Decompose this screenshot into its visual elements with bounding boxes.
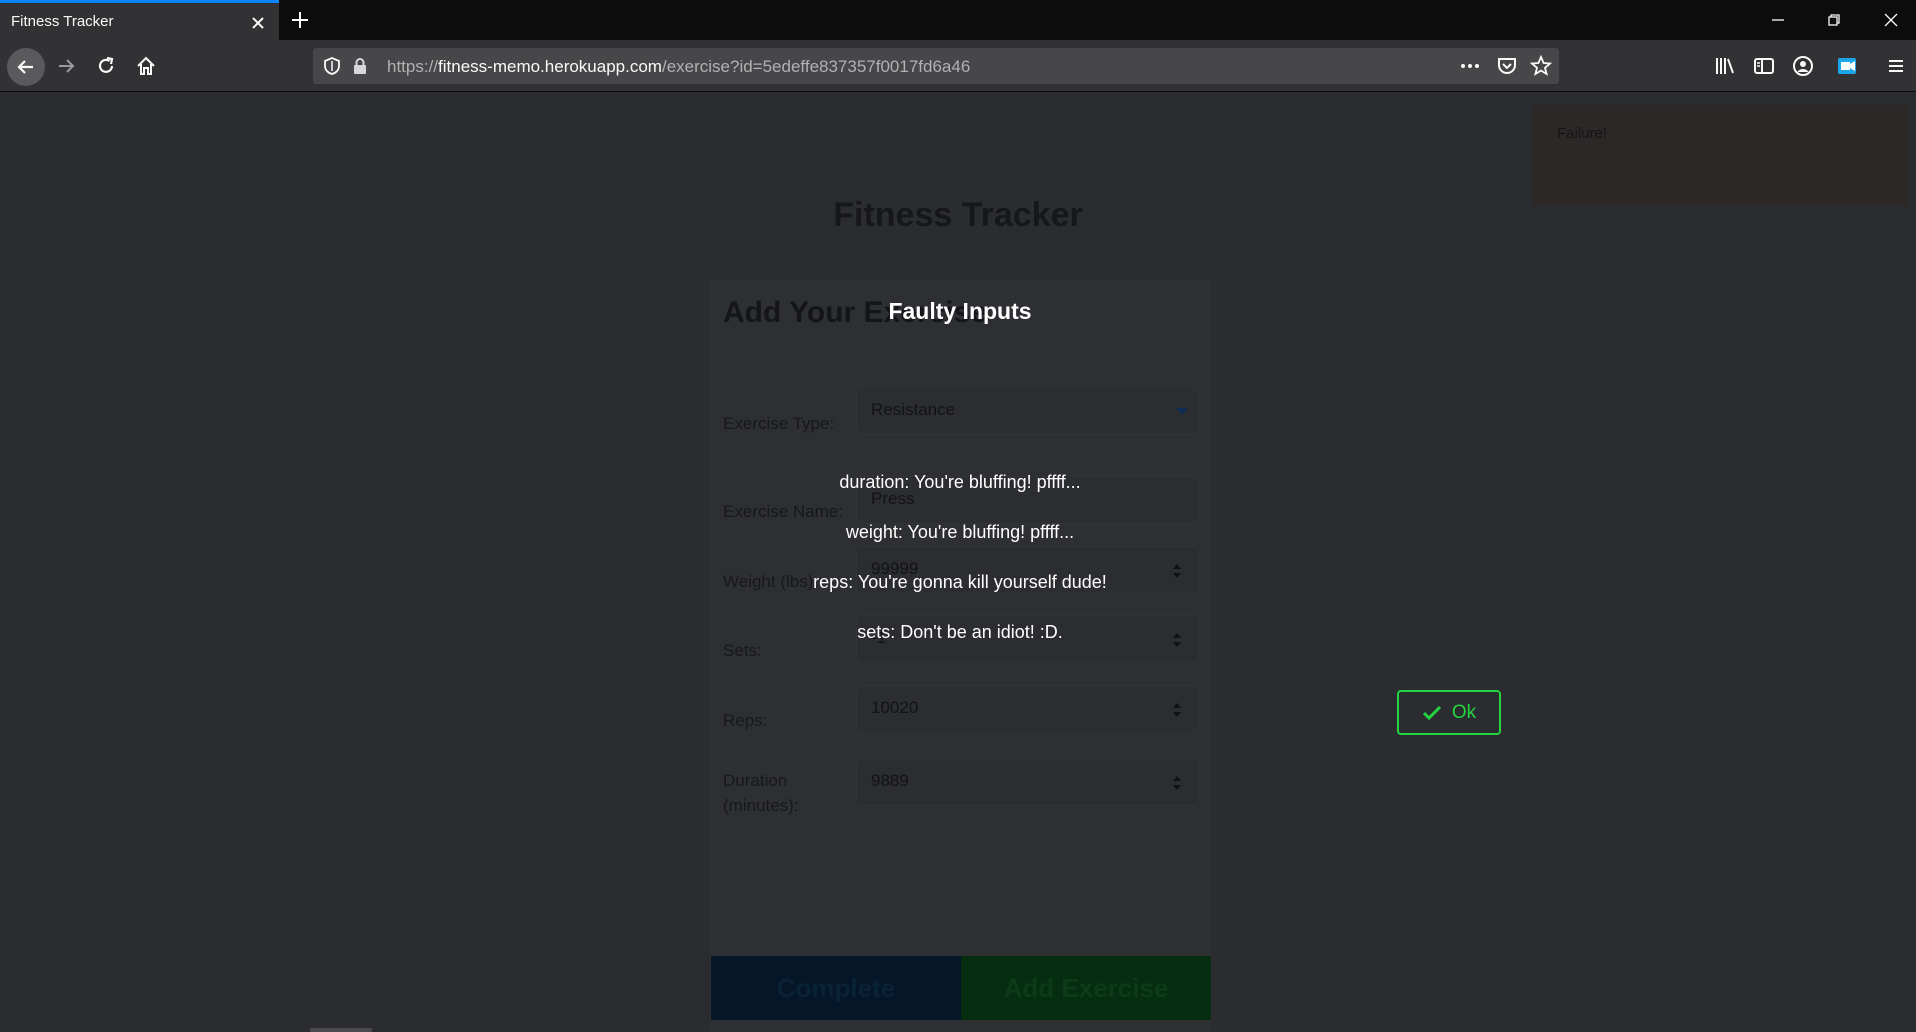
menu-icon[interactable] bbox=[1884, 54, 1908, 78]
home-icon[interactable] bbox=[130, 50, 162, 82]
error-message-sets: sets: Don't be an idiot! :D. bbox=[857, 622, 1063, 642]
minimize-icon[interactable] bbox=[1766, 8, 1790, 32]
reps-label: Reps: bbox=[723, 711, 768, 730]
extension-icon[interactable] bbox=[1835, 54, 1859, 78]
complete-button[interactable]: Complete bbox=[711, 956, 961, 1020]
shield-icon[interactable] bbox=[320, 54, 344, 78]
duration-input[interactable]: 9889 bbox=[856, 758, 1199, 806]
exercise-name-label: Exercise Name: bbox=[723, 502, 843, 521]
duration-label: Duration (minutes): bbox=[723, 771, 799, 815]
modal-title: Faulty Inputs bbox=[888, 298, 1032, 324]
account-icon[interactable] bbox=[1791, 54, 1815, 78]
url-text[interactable]: https://fitness-memo.herokuapp.com/exerc… bbox=[387, 57, 970, 77]
sidebar-icon[interactable] bbox=[1752, 54, 1776, 78]
reps-value: 10020 bbox=[871, 698, 919, 717]
toast-text: Failure! bbox=[1557, 125, 1608, 142]
page-content: Fitness Tracker Failure! Add Your Exerci… bbox=[0, 93, 1916, 1032]
bookmark-star-icon[interactable] bbox=[1529, 54, 1553, 78]
ok-button[interactable]: Ok bbox=[1397, 690, 1501, 735]
pocket-icon[interactable] bbox=[1495, 54, 1519, 78]
failure-toast[interactable]: Failure! bbox=[1533, 105, 1909, 206]
tab-strip: Fitness Tracker bbox=[0, 0, 1916, 40]
reload-icon[interactable] bbox=[90, 50, 122, 82]
browser-tab[interactable]: Fitness Tracker bbox=[0, 0, 279, 40]
navigation-toolbar: https://fitness-memo.herokuapp.com/exerc… bbox=[0, 40, 1916, 92]
add-exercise-button[interactable]: Add Exercise bbox=[961, 956, 1211, 1020]
spinner-icon[interactable] bbox=[1172, 700, 1182, 720]
reps-input[interactable]: 10020 bbox=[856, 685, 1199, 733]
checkmark-icon bbox=[1422, 704, 1442, 722]
spinner-icon[interactable] bbox=[1172, 773, 1182, 793]
more-icon[interactable] bbox=[1458, 54, 1482, 78]
tab-title: Fitness Tracker bbox=[11, 13, 114, 30]
exercise-type-label: Exercise Type: bbox=[723, 414, 835, 433]
lock-icon[interactable] bbox=[348, 54, 372, 78]
error-message-duration: duration: You're bluffing! pffff... bbox=[839, 472, 1081, 492]
new-tab-icon[interactable] bbox=[288, 8, 312, 32]
tab-close-icon[interactable] bbox=[247, 12, 269, 34]
exercise-type-select[interactable]: Resistance bbox=[856, 387, 1199, 435]
exercise-form-card: Add Your Exercise Exercise Type: Resista… bbox=[710, 280, 1211, 1032]
ok-label: Ok bbox=[1451, 701, 1477, 723]
error-message-weight: weight: You're bluffing! pffff... bbox=[845, 522, 1075, 542]
forward-icon[interactable] bbox=[50, 50, 82, 82]
exercise-type-value: Resistance bbox=[871, 400, 956, 419]
url-bar[interactable]: https://fitness-memo.herokuapp.com/exerc… bbox=[313, 48, 1559, 84]
duration-value: 9889 bbox=[871, 771, 909, 790]
close-window-icon[interactable] bbox=[1879, 8, 1903, 32]
scrollbar-thumb[interactable] bbox=[310, 1028, 372, 1032]
error-message-reps: reps: You're gonna kill yourself dude! bbox=[813, 572, 1107, 592]
library-icon[interactable] bbox=[1713, 54, 1737, 78]
chevron-down-icon bbox=[1176, 408, 1188, 415]
restore-icon[interactable] bbox=[1822, 8, 1846, 32]
back-icon[interactable] bbox=[7, 48, 45, 86]
